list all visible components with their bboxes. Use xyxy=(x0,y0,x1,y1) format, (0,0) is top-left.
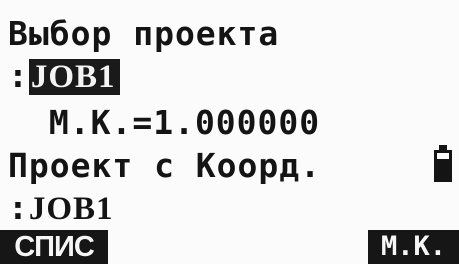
softkey-list-button[interactable]: СПИС xyxy=(0,230,108,264)
coord-job-label: Проект с Коорд. xyxy=(8,146,322,185)
job-selection-field[interactable]: JOB1 xyxy=(28,59,120,95)
job-prefix: : xyxy=(8,56,29,95)
softkey-scale-factor-button[interactable]: М.К. xyxy=(368,230,459,264)
screen-title: Выбор проекта xyxy=(8,14,280,53)
coord-job-value[interactable]: JOB1 xyxy=(29,191,114,227)
instrument-display: Выбор проекта :JOB1 М.К.=1.000000 Проект… xyxy=(0,0,459,264)
scale-factor-line: М.К.=1.000000 xyxy=(28,103,321,142)
coord-job-row: :JOB1 xyxy=(8,188,114,228)
battery-icon xyxy=(434,145,452,182)
job-select-row: :JOB1 xyxy=(8,56,120,96)
coord-job-prefix: : xyxy=(8,188,29,227)
